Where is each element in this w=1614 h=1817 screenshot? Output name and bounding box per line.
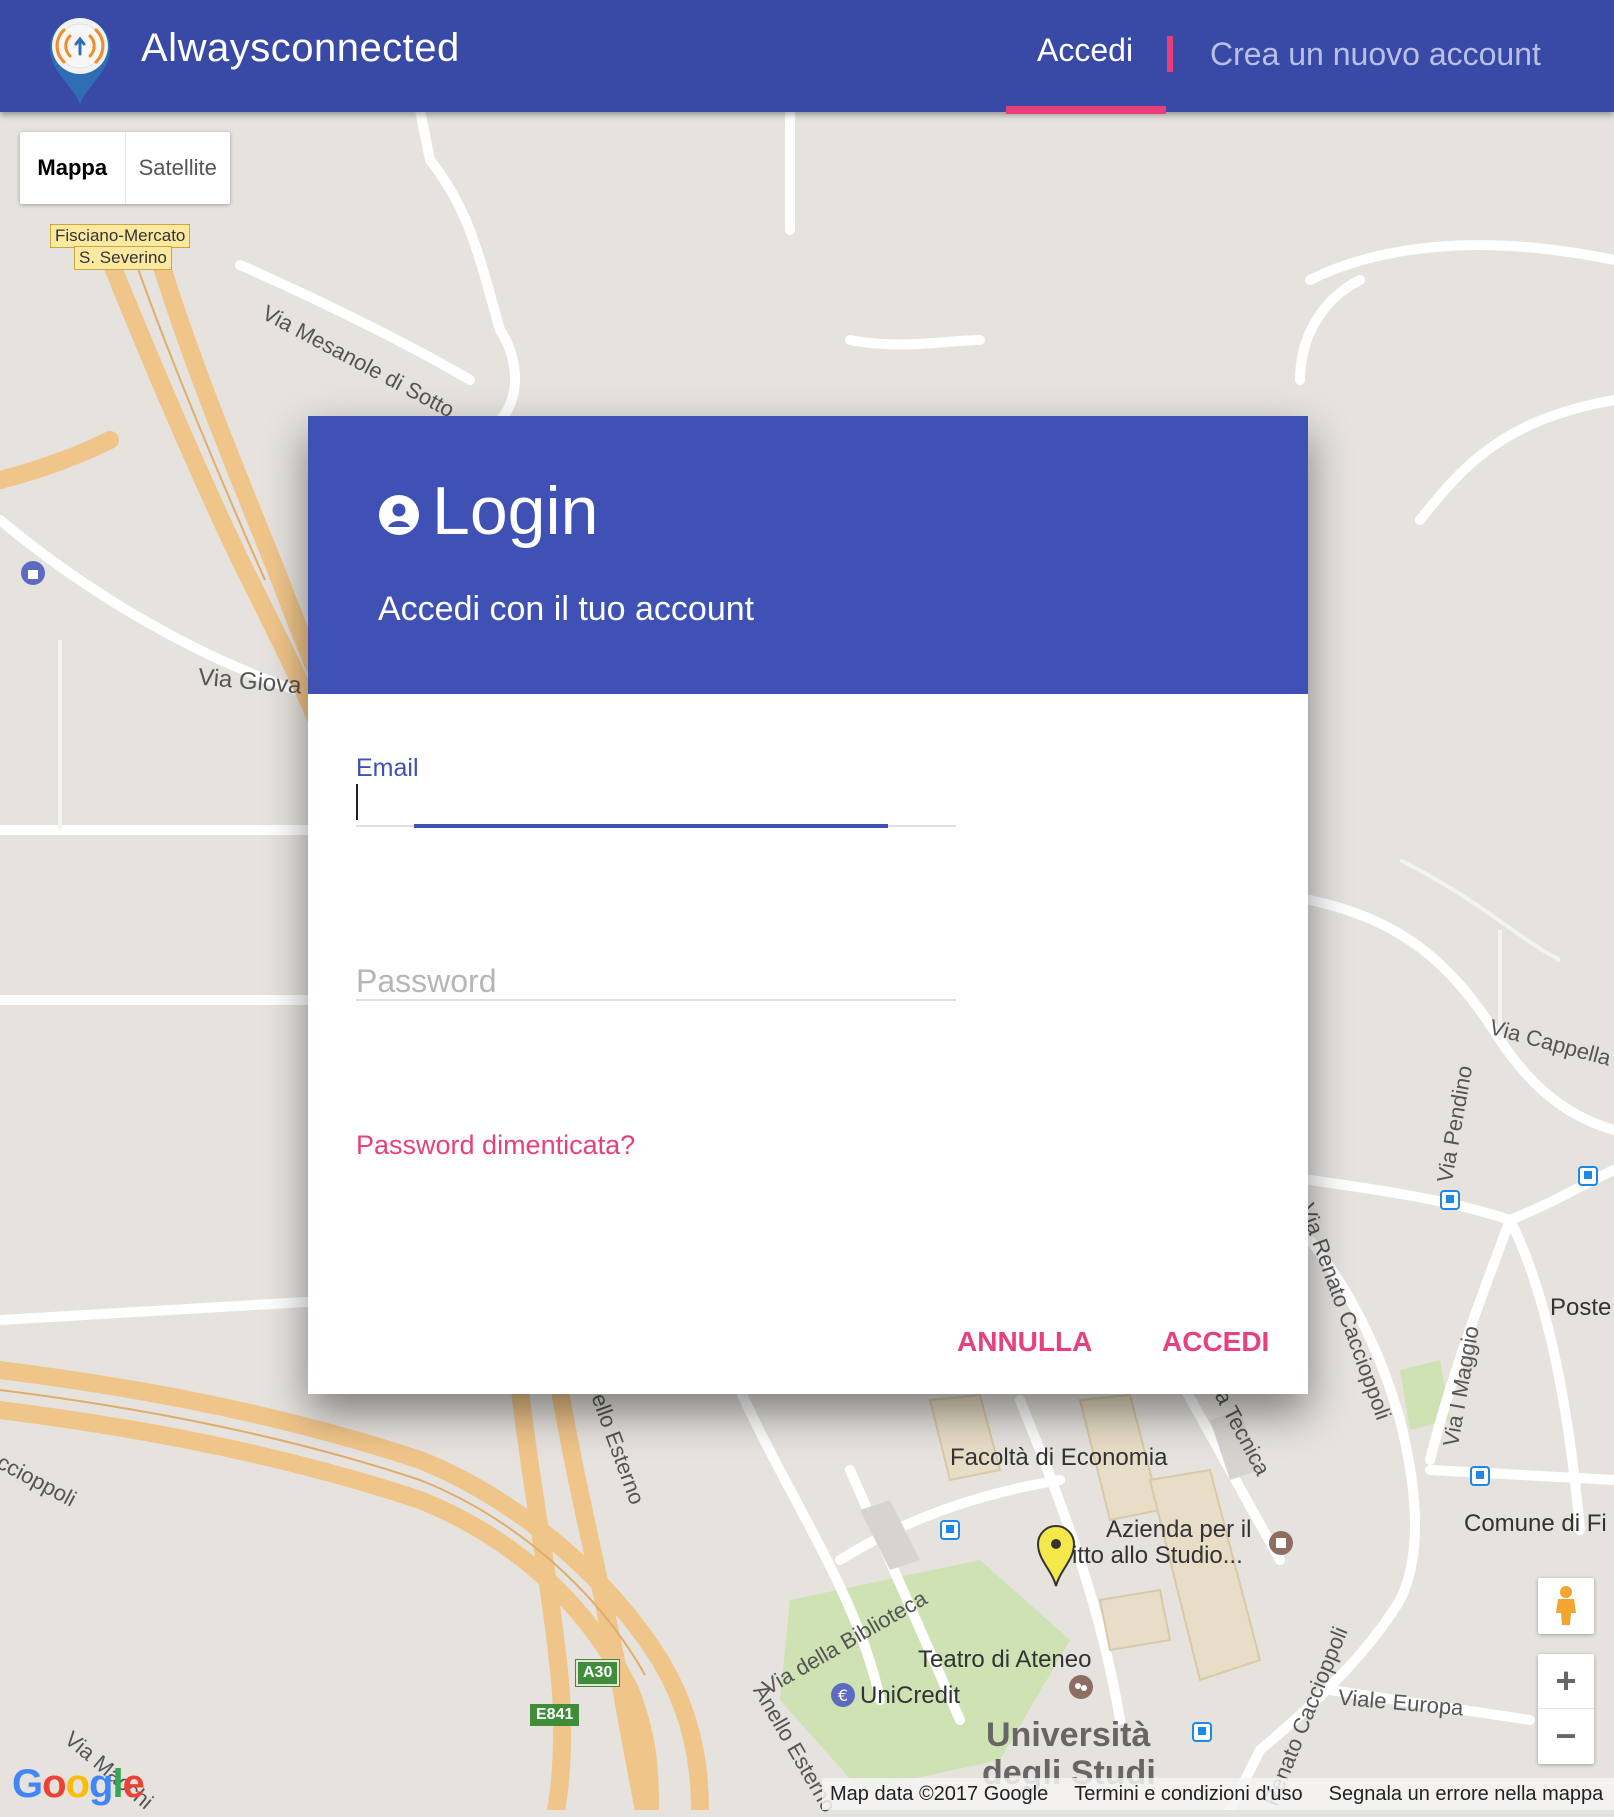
email-label: Email (356, 754, 419, 782)
map-marker-icon[interactable] (1036, 1524, 1076, 1588)
transit-stop-icon (1192, 1722, 1212, 1742)
poi-label-azienda-1: Azienda per il (1106, 1516, 1252, 1543)
password-field-underline (356, 999, 956, 1001)
transit-stop-icon (1578, 1166, 1598, 1186)
report-error-link[interactable]: Segnala un errore nella mappa (1329, 1783, 1604, 1806)
map-type-map-button[interactable]: Mappa (20, 132, 126, 204)
poi-label-universita-1: Università (986, 1716, 1151, 1754)
map-type-satellite-button[interactable]: Satellite (126, 132, 231, 204)
station-label-line-1: Fisciano-Mercato (55, 226, 186, 245)
map-data-credit: Map data ©2017 Google (830, 1782, 1049, 1805)
cancel-button[interactable]: ANNULLA (945, 1318, 1104, 1366)
forgot-password-link[interactable]: Password dimenticata? (356, 1130, 635, 1161)
app-header: Alwaysconnected Accedi Crea un nuovo acc… (0, 0, 1614, 114)
transit-stop-icon (1440, 1190, 1460, 1210)
svg-text:€: € (838, 1686, 848, 1705)
station-label-2: S. Severino (74, 246, 172, 270)
zoom-out-button[interactable]: − (1538, 1709, 1594, 1763)
dialog-header: Login Accedi con il tuo account (308, 416, 1308, 694)
zoom-control: + − (1538, 1654, 1594, 1764)
terms-link[interactable]: Termini e condizioni d'uso (1074, 1783, 1302, 1806)
login-button[interactable]: ACCEDI (1150, 1318, 1281, 1366)
app-title[interactable]: Alwaysconnected (141, 26, 460, 71)
highway-shield-a30: A30 (574, 1659, 621, 1687)
map-attribution-bar: Map data ©2017 Google Termini e condizio… (822, 1778, 1614, 1810)
zoom-in-button[interactable]: + (1538, 1654, 1594, 1709)
poi-label-azienda-2: ritto allo Studio... (1064, 1542, 1243, 1569)
station-label: Fisciano-Mercato (50, 224, 191, 248)
poi-icon (1269, 1531, 1293, 1555)
poi-label-poste: Poste (1550, 1294, 1612, 1321)
highway-shield-e841: E841 (530, 1704, 580, 1726)
bank-icon: € (831, 1683, 855, 1707)
nav-divider (1167, 36, 1173, 72)
poi-label-unicredit: UniCredit (860, 1682, 961, 1709)
nav-tab-login[interactable]: Accedi (1037, 32, 1133, 69)
google-logo: Google (12, 1762, 145, 1806)
account-circle-icon (379, 495, 419, 535)
wifi-pin-logo-icon[interactable] (40, 10, 120, 106)
pegman-icon (1556, 1586, 1576, 1625)
theater-icon (1069, 1675, 1093, 1699)
dialog-subtitle: Accedi con il tuo account (378, 590, 755, 628)
active-tab-indicator (1006, 106, 1166, 114)
poi-label-facolta: Facoltà di Economia (950, 1444, 1168, 1471)
poi-label-teatro: Teatro di Ateneo (918, 1646, 1092, 1673)
dialog-title: Login (432, 473, 599, 549)
station-label-line-2: S. Severino (79, 248, 167, 267)
transit-stop-icon (940, 1520, 960, 1540)
nav-tab-register[interactable]: Crea un nuovo account (1210, 36, 1541, 73)
email-field-focus-bar (414, 824, 888, 828)
transit-stop-icon (1470, 1466, 1490, 1486)
street-view-pegman-control[interactable] (1538, 1578, 1594, 1634)
shopping-icon (21, 561, 45, 585)
map-type-control: Mappa Satellite (20, 132, 230, 204)
poi-label-comune: Comune di Fi (1464, 1510, 1607, 1537)
text-cursor (356, 784, 358, 820)
login-dialog: Login Accedi con il tuo account Email Pa… (308, 416, 1308, 1394)
